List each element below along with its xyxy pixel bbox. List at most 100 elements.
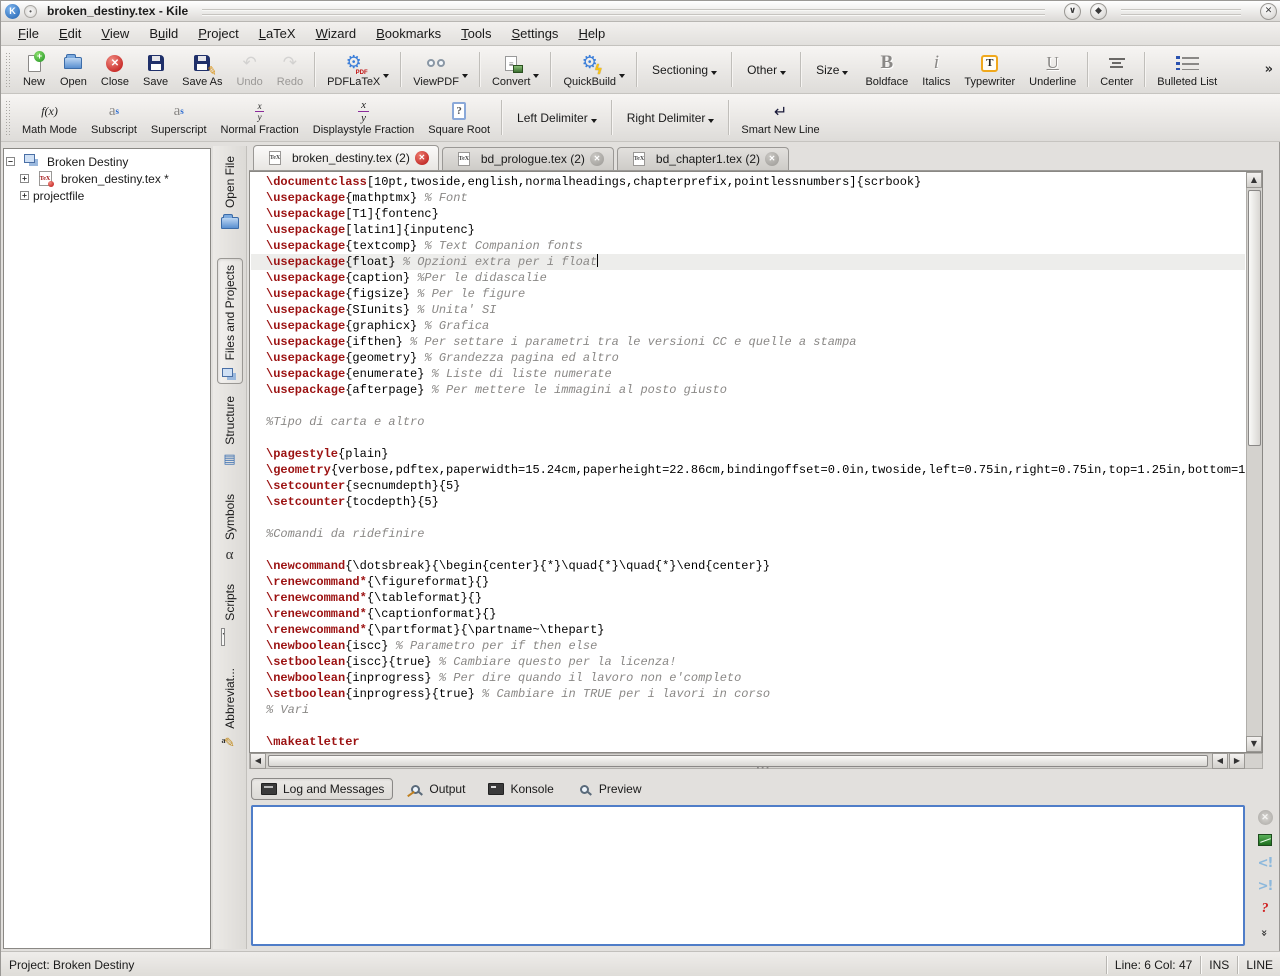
expand-toggle-icon[interactable]: +: [20, 174, 29, 183]
dropdown-arrow-icon[interactable]: [462, 74, 468, 81]
tab-close-icon[interactable]: ✕: [590, 152, 604, 166]
editor-line-18[interactable]: \pagestyle{plain}: [251, 446, 1245, 462]
shade-window-button[interactable]: ∨: [1064, 3, 1081, 20]
toolbar-grip[interactable]: [5, 52, 11, 87]
title-bar[interactable]: K • broken_destiny.tex - Kile ∨ ◆ ✕: [1, 1, 1280, 22]
square-root-button[interactable]: ?Square Root: [421, 95, 497, 140]
editor-line-36[interactable]: \makeatletter: [251, 734, 1245, 750]
stop-icon[interactable]: ✕: [1256, 809, 1274, 825]
superscript-button[interactable]: asSuperscript: [144, 95, 214, 140]
editor-line-15[interactable]: [251, 398, 1245, 414]
menu-tools[interactable]: Tools: [452, 24, 500, 43]
document-tab-1[interactable]: TeXbroken_destiny.tex (2)✕: [253, 145, 439, 170]
editor-line-25[interactable]: \newcommand{\dotsbreak}{\begin{center}{*…: [251, 558, 1245, 574]
editor-line-9[interactable]: \usepackage{SIunits} % Unita' SI: [251, 302, 1245, 318]
sidebar-tab-symbols[interactable]: Symbolsα: [218, 488, 242, 572]
bottom-tab-output[interactable]: Output: [397, 778, 474, 800]
editor-line-2[interactable]: \usepackage{mathptmx} % Font: [251, 190, 1245, 206]
center-button[interactable]: Center: [1093, 47, 1140, 92]
italics-button[interactable]: iItalics: [915, 47, 957, 92]
left-delimiter-button[interactable]: Left Delimiter: [507, 95, 607, 140]
toolbar-overflow-button[interactable]: »: [1259, 62, 1279, 77]
quickbuild-button[interactable]: ⚙ϟQuickBuild: [556, 47, 632, 92]
editor-line-6[interactable]: \usepackage{float} % Opzioni extra per i…: [251, 254, 1245, 270]
redo-button[interactable]: ↷Redo: [270, 47, 310, 92]
pdflatex-button[interactable]: ⚙PDFPDFLaTeX: [320, 47, 396, 92]
sectioning-button[interactable]: Sectioning: [642, 47, 727, 92]
underline-button[interactable]: UUnderline: [1022, 47, 1083, 92]
menu-view[interactable]: View: [92, 24, 138, 43]
editor-line-8[interactable]: \usepackage{figsize} % Per le figure: [251, 286, 1245, 302]
smart-new-line-button[interactable]: ↵Smart New Line: [734, 95, 826, 140]
horizontal-scrollbar-thumb[interactable]: [268, 755, 1208, 767]
log-messages-panel[interactable]: [251, 805, 1245, 946]
editor-line-3[interactable]: \usepackage[T1]{fontenc}: [251, 206, 1245, 222]
editor-line-33[interactable]: \setboolean{inprogress}{true} % Cambiare…: [251, 686, 1245, 702]
editor-line-28[interactable]: \renewcommand*{\captionformat}{}: [251, 606, 1245, 622]
scroll-left-arrow-icon[interactable]: ◀: [1212, 753, 1228, 769]
editor-line-13[interactable]: \usepackage{enumerate} % Liste di liste …: [251, 366, 1245, 382]
menu-latex[interactable]: LaTeX: [250, 24, 305, 43]
editor-line-32[interactable]: \newboolean{inprogress} % Per dire quand…: [251, 670, 1245, 686]
editor-line-12[interactable]: \usepackage{geometry} % Grandezza pagina…: [251, 350, 1245, 366]
menu-help[interactable]: Help: [569, 24, 614, 43]
scroll-left-arrow-icon[interactable]: ◀: [250, 753, 266, 769]
editor-line-27[interactable]: \renewcommand*{\tableformat}{}: [251, 590, 1245, 606]
dropdown-arrow-icon[interactable]: [708, 119, 714, 126]
editor-line-22[interactable]: [251, 510, 1245, 526]
bad-box-icon[interactable]: ?: [1256, 901, 1274, 917]
editor-line-23[interactable]: %Comandi da ridefinire: [251, 526, 1245, 542]
undo-button[interactable]: ↶Undo: [229, 47, 269, 92]
toolbar-grip[interactable]: [5, 100, 11, 135]
editor-line-26[interactable]: \renewcommand*{\figureformat}{}: [251, 574, 1245, 590]
save-button[interactable]: Save: [136, 47, 175, 92]
subscript-button[interactable]: asSubscript: [84, 95, 144, 140]
sidebar-tab-scripts[interactable]: Scripts</>: [218, 578, 242, 656]
tab-close-icon[interactable]: ✕: [765, 152, 779, 166]
other-button[interactable]: Other: [737, 47, 796, 92]
editor-line-7[interactable]: \usepackage{caption} %Per le didascalie: [251, 270, 1245, 286]
editor-line-11[interactable]: \usepackage{ifthen} % Per settare i para…: [251, 334, 1245, 350]
new-button[interactable]: +New: [15, 47, 53, 92]
typewriter-button[interactable]: TTypewriter: [957, 47, 1022, 92]
dropdown-arrow-icon[interactable]: [591, 119, 597, 126]
document-tab-2[interactable]: TeXbd_prologue.tex (2)✕: [442, 147, 614, 170]
bottom-tab-log-and-messages[interactable]: Log and Messages: [251, 778, 393, 800]
collapse-toggle-icon[interactable]: −: [6, 157, 15, 166]
editor-line-1[interactable]: \documentclass[10pt,twoside,english,norm…: [251, 174, 1245, 190]
editor[interactable]: \documentclass[10pt,twoside,english,norm…: [249, 171, 1263, 753]
math-mode-button[interactable]: f(x)Math Mode: [15, 95, 84, 140]
sidebar-tab-structure[interactable]: Structure▤: [218, 390, 242, 482]
menu-file[interactable]: File: [9, 24, 48, 43]
vertical-scrollbar-thumb[interactable]: [1248, 190, 1261, 446]
dropdown-arrow-icon[interactable]: [383, 74, 389, 81]
expand-toggle-icon[interactable]: +: [20, 191, 29, 200]
open-button[interactable]: Open: [53, 47, 94, 92]
editor-line-4[interactable]: \usepackage[latin1]{inputenc}: [251, 222, 1245, 238]
size-button[interactable]: Size: [806, 47, 858, 92]
save-as-button[interactable]: ✎Save As: [175, 47, 229, 92]
scroll-right-arrow-icon[interactable]: ▶: [1229, 753, 1245, 769]
menu-project[interactable]: Project: [189, 24, 247, 43]
kile-app-icon[interactable]: K: [5, 4, 20, 19]
editor-line-29[interactable]: \renewcommand*{\partformat}{\partname~\t…: [251, 622, 1245, 638]
menu-wizard[interactable]: Wizard: [307, 24, 365, 43]
panel-splitter[interactable]: [249, 770, 1263, 776]
editor-line-24[interactable]: [251, 542, 1245, 558]
convert-button[interactable]: ≡Convert: [485, 47, 547, 92]
menu-edit[interactable]: Edit: [50, 24, 90, 43]
menu-settings[interactable]: Settings: [502, 24, 567, 43]
editor-line-19[interactable]: \geometry{verbose,pdftex,paperwidth=15.2…: [251, 462, 1245, 478]
normal-fraction-button[interactable]: xyNormal Fraction: [214, 95, 306, 140]
scroll-down-arrow-icon[interactable]: ▼: [1246, 736, 1262, 752]
menu-bookmarks[interactable]: Bookmarks: [367, 24, 450, 43]
log-stats-icon[interactable]: [1256, 832, 1274, 848]
dropdown-arrow-icon[interactable]: [842, 71, 848, 78]
previous-error-icon[interactable]: <!: [1256, 855, 1274, 871]
close-window-button[interactable]: ✕: [1260, 3, 1277, 20]
editor-code-area[interactable]: \documentclass[10pt,twoside,english,norm…: [251, 174, 1245, 752]
displaystyle-fraction-button[interactable]: xyDisplaystyle Fraction: [306, 95, 421, 140]
sidebar-tab-files-and-projects[interactable]: Files and Projects: [217, 258, 243, 384]
editor-line-35[interactable]: [251, 718, 1245, 734]
menu-build[interactable]: Build: [140, 24, 187, 43]
